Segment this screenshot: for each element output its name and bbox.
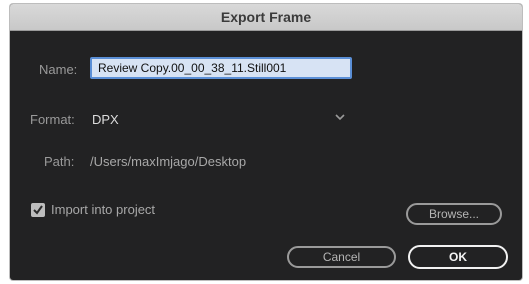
browse-button[interactable]: Browse... [406,203,502,225]
format-label: Format: [30,112,75,127]
name-label: Name: [39,62,78,77]
format-selected-value: DPX [92,111,119,127]
checkmark-icon [33,205,43,215]
path-value: /Users/maxImjago/Desktop [90,154,247,169]
dialog-title: Export Frame [220,9,312,25]
path-label: Path: [44,154,75,169]
name-input[interactable] [90,57,352,79]
format-dropdown[interactable]: DPX [92,108,354,130]
import-into-project-checkbox[interactable] [31,203,45,217]
dialog-titlebar: Export Frame [10,4,522,31]
import-into-project-label[interactable]: Import into project [51,202,155,217]
export-frame-dialog: Export Frame Name: Format: DPX Path: /Us… [10,4,522,280]
chevron-down-icon [335,114,345,121]
ok-button[interactable]: OK [408,245,508,269]
cancel-button[interactable]: Cancel [287,246,396,268]
